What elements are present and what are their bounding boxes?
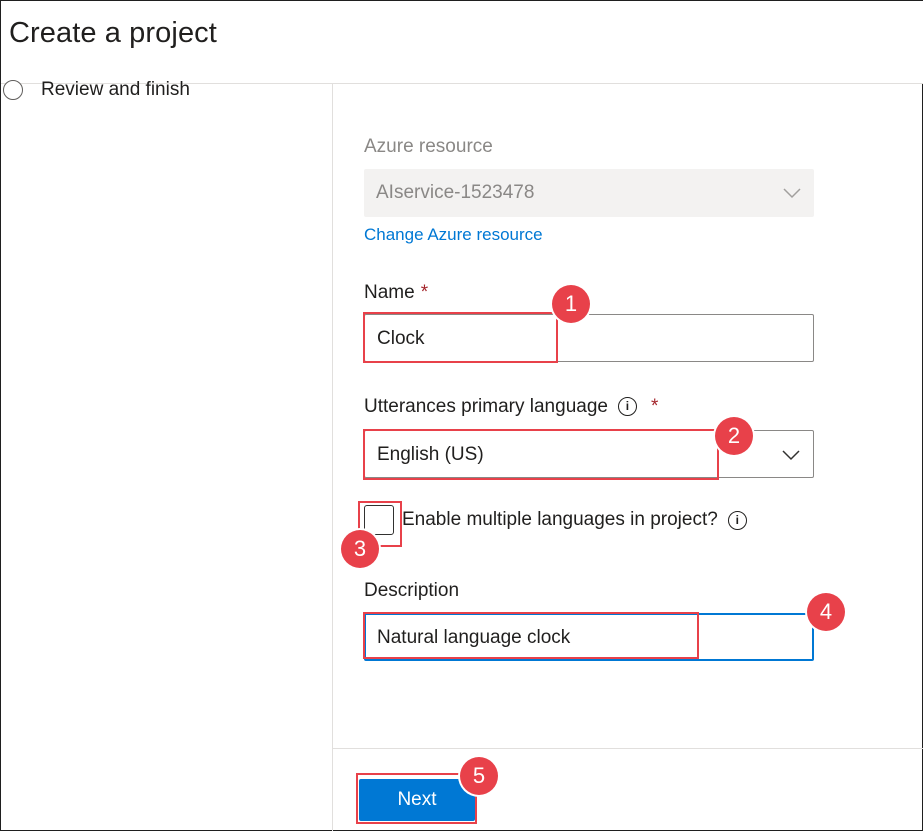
required-mark: * [420,282,429,303]
name-input-value: Clock [377,328,425,349]
description-label: Description [364,580,460,601]
chevron-down-icon [783,188,801,199]
description-input-value: Natural language clock [377,627,571,648]
name-label-text: Name [364,282,415,303]
chevron-down-icon [782,450,800,461]
name-input[interactable]: Clock [364,314,814,362]
multi-language-checkbox[interactable] [364,505,394,535]
multi-language-label: Enable multiple languages in project? [402,509,718,530]
dialog-footer: Next [333,748,923,831]
annotation-badge-1: 1 [552,285,590,323]
step-review-and-finish[interactable]: Review and finish [1,78,190,102]
azure-resource-value: AIservice-1523478 [376,182,535,203]
page-title: Create a project [9,17,217,49]
name-label: Name * [364,282,428,304]
next-button[interactable]: Next [359,779,475,821]
annotation-badge-5: 5 [460,757,498,795]
step-radio-icon [3,80,23,100]
annotation-badge-4: 4 [807,593,845,631]
step-label: Review and finish [41,79,190,100]
dialog-frame: Create a project Review and finish Azure… [0,0,923,831]
steps-pane: Review and finish [1,79,333,831]
azure-resource-label: Azure resource [364,136,493,157]
annotation-badge-2: 2 [715,417,753,455]
language-label: Utterances primary language i * [364,396,658,418]
required-mark: * [650,396,659,417]
multi-language-row: Enable multiple languages in project? i [364,505,747,535]
annotation-badge-3: 3 [341,530,379,568]
description-input[interactable]: Natural language clock [364,613,814,661]
info-icon[interactable]: i [617,397,637,416]
change-azure-resource-link[interactable]: Change Azure resource [364,225,543,245]
language-select-value: English (US) [377,444,484,465]
info-icon[interactable]: i [727,510,747,530]
dialog-header: Create a project [1,1,923,84]
azure-resource-select: AIservice-1523478 [364,169,814,217]
language-label-text: Utterances primary language [364,396,608,417]
